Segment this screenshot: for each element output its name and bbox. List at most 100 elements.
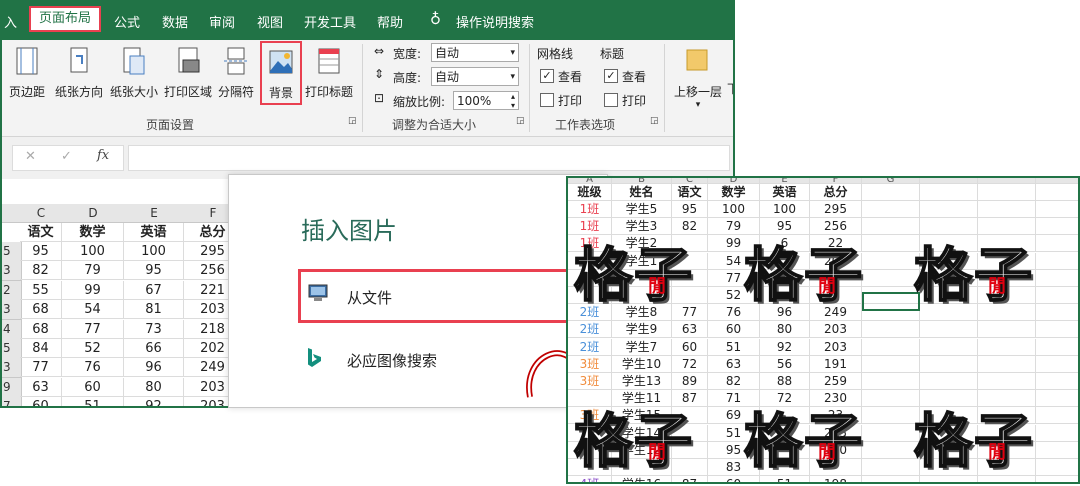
scale-launcher-icon[interactable]: ◲ — [516, 116, 525, 126]
table-cell[interactable]: 82 — [708, 373, 760, 390]
empty-cell[interactable] — [1036, 442, 1078, 459]
empty-cell[interactable] — [1036, 235, 1078, 253]
empty-cell[interactable] — [1036, 184, 1078, 201]
tab-formulas[interactable]: 公式 — [114, 12, 140, 31]
empty-cell[interactable] — [920, 201, 978, 218]
table-cell[interactable]: 82 — [20, 261, 62, 281]
print-titles-button[interactable]: 打印标题 — [304, 46, 354, 100]
tell-me-search[interactable]: 操作说明搜索 — [456, 12, 534, 31]
empty-cell[interactable] — [1036, 459, 1078, 476]
table-cell[interactable]: 66 — [124, 339, 184, 358]
empty-cell[interactable] — [978, 373, 1036, 390]
table-cell[interactable]: 73 — [124, 319, 184, 339]
table-cell[interactable]: 95 — [20, 242, 62, 261]
empty-cell[interactable] — [862, 269, 920, 287]
background-button[interactable]: 背景 — [260, 41, 302, 105]
table-cell[interactable]: 100 — [708, 201, 760, 218]
empty-cell[interactable] — [1036, 390, 1078, 408]
table-cell[interactable]: 60 — [20, 397, 62, 406]
table-cell[interactable]: 55 — [20, 280, 62, 300]
width-select[interactable]: 自动 ▾ — [431, 43, 519, 62]
gridlines-view-checkbox[interactable]: ✓ — [540, 69, 554, 83]
table-header-cell[interactable]: 英语 — [760, 184, 810, 201]
table-cell[interactable]: 51 — [62, 397, 124, 406]
empty-cell[interactable] — [1036, 304, 1078, 322]
empty-cell[interactable] — [1036, 253, 1078, 270]
height-select[interactable]: 自动 ▾ — [431, 67, 519, 86]
orientation-button[interactable]: 纸张方向 — [52, 46, 106, 100]
margins-button[interactable]: 页边距 — [6, 46, 48, 100]
table-cell[interactable]: 63 — [708, 355, 760, 373]
empty-cell[interactable] — [1036, 270, 1078, 287]
table-cell[interactable]: 84 — [20, 339, 62, 358]
table-cell[interactable]: 100 — [760, 201, 810, 218]
tab-developer[interactable]: 开发工具 — [304, 12, 356, 31]
empty-cell[interactable] — [1036, 321, 1078, 339]
table-cell[interactable]: 学生13 — [612, 373, 672, 390]
gridlines-print-checkbox[interactable] — [540, 93, 554, 107]
table-cell[interactable]: 99 — [62, 280, 124, 300]
table-cell[interactable]: 51 — [708, 338, 760, 356]
empty-cell[interactable] — [920, 373, 978, 390]
empty-cell[interactable] — [978, 338, 1036, 356]
table-cell[interactable]: 77 — [62, 319, 124, 339]
empty-cell[interactable] — [862, 476, 920, 482]
table-cell[interactable]: 56 — [760, 355, 810, 373]
table-cell[interactable]: 95 — [124, 261, 184, 281]
table-cell[interactable]: 67 — [124, 280, 184, 300]
empty-cell[interactable] — [1036, 373, 1078, 390]
cancel-icon[interactable]: ✕ — [25, 149, 36, 164]
class-cell[interactable]: 2班 — [568, 338, 612, 356]
table-cell[interactable]: 学生9 — [612, 321, 672, 339]
tab-insert-partial[interactable]: 入 — [4, 12, 17, 31]
breaks-button[interactable]: 分隔符 — [215, 46, 257, 100]
print-area-button[interactable]: 打印区域 — [162, 46, 214, 100]
table-cell[interactable]: 76 — [62, 358, 124, 378]
class-cell[interactable]: 1班 — [568, 201, 612, 218]
table-cell[interactable]: 203 — [810, 321, 862, 339]
confirm-icon[interactable]: ✓ — [61, 149, 72, 164]
empty-cell[interactable] — [1036, 356, 1078, 373]
table-cell[interactable]: 60 — [62, 377, 124, 397]
table-cell[interactable]: 80 — [760, 321, 810, 339]
empty-cell[interactable] — [1036, 201, 1078, 218]
table-cell[interactable]: 学生5 — [612, 201, 672, 218]
table-header-cell[interactable]: 数学 — [708, 184, 760, 201]
page-setup-launcher-icon[interactable]: ◲ — [348, 116, 357, 126]
bing-search-option[interactable]: 必应图像搜索 — [347, 350, 437, 371]
table-cell[interactable]: 60 — [672, 338, 708, 356]
table-cell[interactable]: 60 — [708, 321, 760, 339]
table-cell[interactable]: 79 — [62, 261, 124, 281]
empty-cell[interactable] — [920, 355, 978, 373]
tab-page-layout[interactable]: 页面布局 — [29, 6, 101, 32]
empty-cell[interactable] — [862, 459, 920, 476]
table-cell[interactable]: 52 — [62, 339, 124, 358]
table-header-cell[interactable]: 姓名 — [612, 184, 672, 201]
table-cell[interactable]: 92 — [124, 397, 184, 406]
empty-cell[interactable] — [862, 201, 920, 218]
class-cell[interactable]: 2班 — [568, 321, 612, 339]
tab-view[interactable]: 视图 — [257, 12, 283, 31]
table-cell[interactable]: 100 — [62, 242, 124, 261]
table-cell[interactable]: 96 — [124, 358, 184, 378]
empty-cell[interactable] — [1036, 218, 1078, 236]
empty-cell[interactable] — [862, 407, 920, 425]
empty-cell[interactable] — [978, 184, 1036, 201]
headings-view-checkbox[interactable]: ✓ — [604, 69, 618, 83]
table-cell[interactable]: 54 — [62, 300, 124, 320]
table-cell[interactable]: 学生10 — [612, 355, 672, 373]
table-cell[interactable]: 学生7 — [612, 338, 672, 356]
tab-data[interactable]: 数据 — [162, 12, 188, 31]
table-header-cell[interactable]: 班级 — [568, 184, 612, 201]
empty-cell[interactable] — [1036, 339, 1078, 356]
empty-cell[interactable] — [978, 321, 1036, 339]
bring-forward-button[interactable]: 上移一层 ▾ — [670, 46, 726, 110]
scale-spinner[interactable]: 100% ▴ ▾ — [453, 91, 519, 110]
empty-cell[interactable] — [978, 201, 1036, 218]
empty-cell[interactable] — [862, 184, 920, 201]
empty-cell[interactable] — [1036, 425, 1078, 442]
formula-input[interactable] — [128, 145, 730, 171]
empty-cell[interactable] — [1036, 407, 1078, 425]
spinner-arrows-icon[interactable]: ▴ ▾ — [511, 92, 515, 110]
table-cell[interactable]: 88 — [760, 373, 810, 390]
